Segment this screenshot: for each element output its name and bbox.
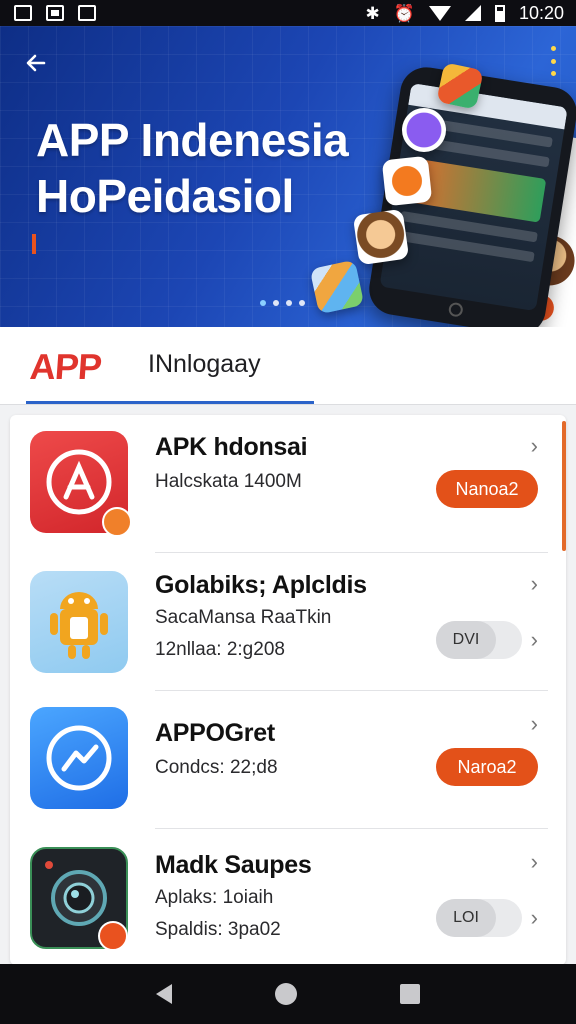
app-name: Madk Saupes (155, 851, 312, 879)
bluetooth-icon: ✱ (365, 3, 380, 23)
battery-icon (494, 4, 505, 22)
android-robot-icon (30, 571, 128, 673)
carousel-dot[interactable] (299, 300, 305, 306)
app-name: APK hdonsai (155, 433, 308, 461)
nav-back-icon[interactable] (155, 984, 172, 1004)
app-meta: SacaMansa RaaTkin (155, 607, 332, 628)
app-name: APPOGret (155, 719, 275, 747)
hero-banner[interactable]: APP Indenesia HoPeidasiol (0, 26, 576, 327)
orange-app-icon (381, 155, 433, 207)
app-meta: Condcs: 22;d8 (155, 757, 278, 778)
tab-bar: APP INnlogaay (0, 327, 576, 405)
nav-home-icon[interactable] (274, 983, 297, 1005)
app-toggle[interactable]: DVI (436, 621, 522, 659)
app-meta: Halcskata 1400M (155, 471, 302, 492)
hero-title-line-1: APP Indenesia (36, 114, 349, 166)
status-time: 10:20 (518, 2, 564, 23)
list-item[interactable]: APPOGret Condcs: 22;d8 › Naroa2 (10, 691, 566, 829)
list-item[interactable]: Golabiks; Aplcldis SacaMansa RaaTkin 12n… (10, 553, 566, 691)
app-meta-secondary: 12nllaa: 2:g208 (155, 639, 285, 660)
app-toggle[interactable]: LOI (436, 899, 522, 937)
hero-accent-bar (32, 234, 36, 254)
tab-category[interactable]: INnlogaay (148, 350, 261, 379)
carousel-dot[interactable] (286, 300, 292, 306)
camera-badge-icon (98, 921, 128, 951)
chevron-right-icon[interactable]: › (531, 571, 538, 597)
signal-icon (464, 5, 481, 21)
chevron-right-icon[interactable]: › (531, 627, 538, 653)
tab-active-indicator (26, 401, 314, 404)
messenger-icon (30, 707, 128, 809)
chevron-right-icon[interactable]: › (531, 849, 538, 875)
list-item[interactable]: Madk Saupes Aplaks: 1oiaih Spaldis: 3pa0… (10, 829, 566, 965)
chevron-right-icon[interactable]: › (531, 711, 538, 737)
mail-notification-icon (46, 5, 64, 21)
profile-app-icon (352, 208, 410, 266)
hero-title: APP Indenesia HoPeidasiol (36, 112, 349, 224)
phone-home-button-illustration (447, 301, 464, 318)
more-options-icon[interactable] (548, 46, 558, 76)
tab-app-logo[interactable]: APP (29, 346, 103, 388)
photo-notification-icon (14, 5, 32, 21)
status-icons-left (14, 5, 96, 21)
wifi-icon (428, 5, 451, 21)
app-name: Golabiks; Aplcldis (155, 571, 367, 599)
store-badge-icon (102, 507, 132, 537)
alarm-icon: ⏰ (393, 3, 415, 23)
list-item[interactable]: APK hdonsai Halcskata 1400M › Nanoa2 (10, 415, 566, 553)
status-bar: ✱ ⏰ 10:20 (0, 0, 576, 26)
nav-recents-icon[interactable] (400, 984, 421, 1004)
carousel-dot[interactable] (273, 300, 279, 306)
toggle-knob[interactable]: DVI (436, 621, 496, 659)
app-meta: Aplaks: 1oiaih (155, 887, 274, 908)
carousel-indicator[interactable] (260, 300, 305, 306)
system-nav-bar (0, 964, 576, 1024)
app-screen: ✱ ⏰ 10:20 APP Indenesia HoPeidasiol APP … (0, 0, 576, 1024)
carousel-dot[interactable] (260, 300, 266, 306)
toggle-knob[interactable]: LOI (436, 899, 496, 937)
apps-collection-icon (309, 259, 365, 315)
status-icons-right: ✱ ⏰ 10:20 (366, 3, 564, 24)
app-list: APK hdonsai Halcskata 1400M › Nanoa2 Gol… (10, 415, 566, 965)
sync-app-icon (402, 108, 446, 152)
sim-notification-icon (78, 5, 96, 21)
install-button[interactable]: Naroa2 (436, 748, 538, 786)
app-meta-secondary: Spaldis: 3pa02 (155, 919, 281, 940)
chevron-right-icon[interactable]: › (531, 433, 538, 459)
install-button[interactable]: Nanoa2 (436, 470, 538, 508)
chevron-right-icon[interactable]: › (531, 905, 538, 931)
back-arrow-icon[interactable] (20, 46, 54, 80)
hero-title-line-2: HoPeidasiol (36, 170, 294, 222)
